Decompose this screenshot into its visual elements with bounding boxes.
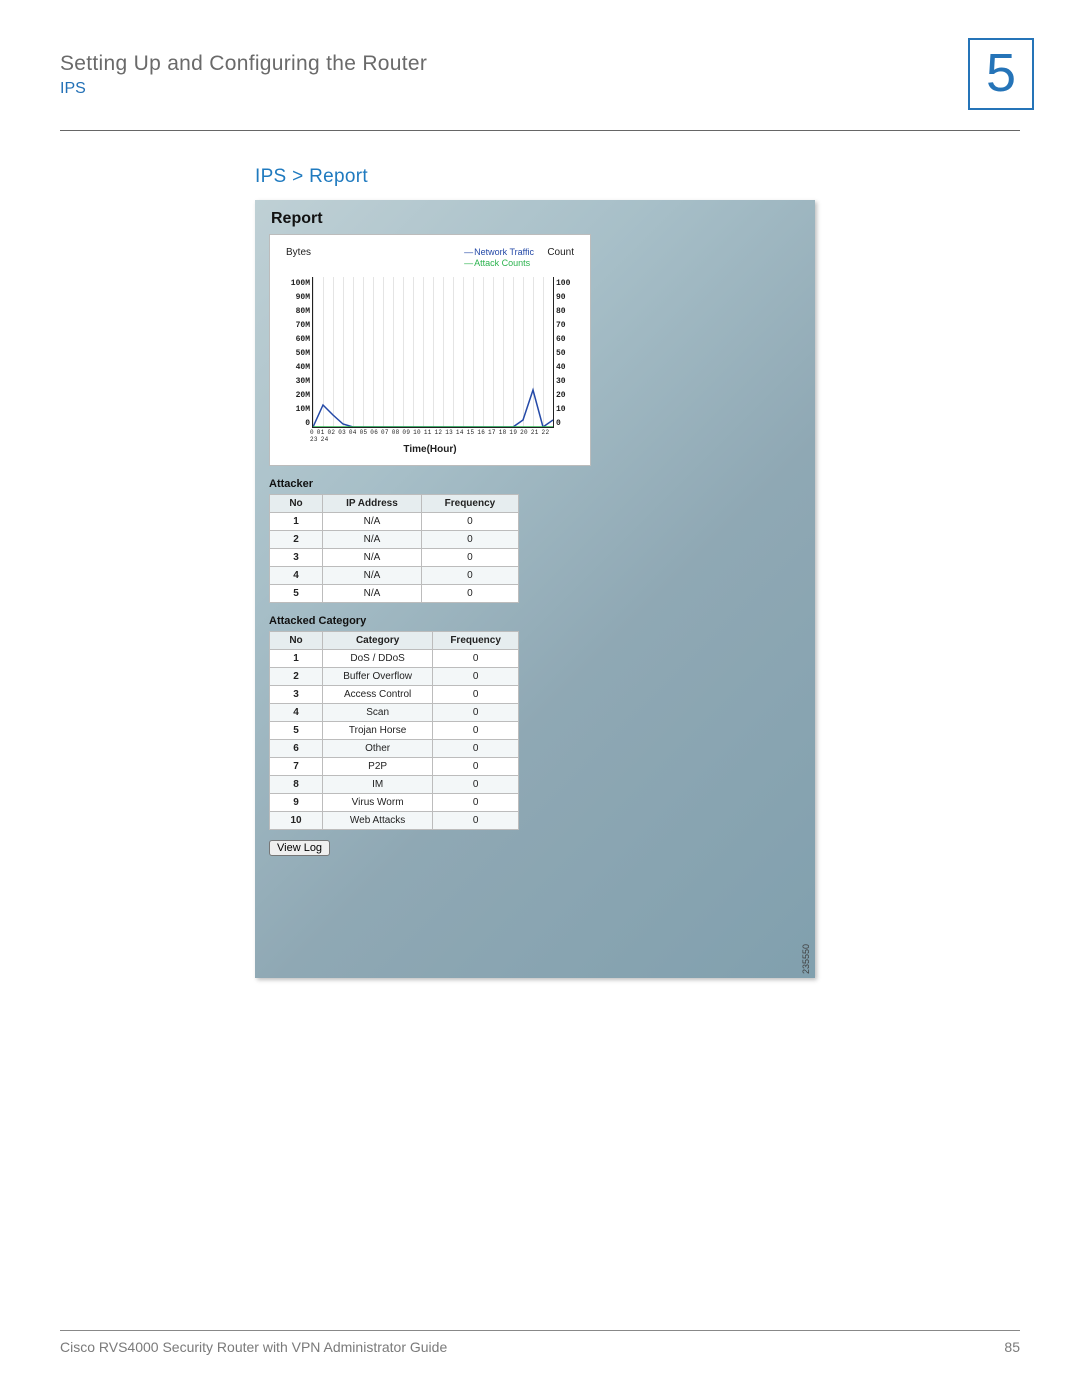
attacked-col-freq: Frequency [433, 632, 519, 650]
report-chart: Bytes Count Network Traffic Attack Count… [269, 234, 591, 466]
network-traffic-line [313, 390, 553, 427]
table-row: 3Access Control0 [270, 686, 519, 704]
table-row: 2Buffer Overflow0 [270, 668, 519, 686]
attacked-col-category: Category [323, 632, 433, 650]
table-row: 7P2P0 [270, 758, 519, 776]
table-row: 10Web Attacks0 [270, 812, 519, 830]
attacked-col-no: No [270, 632, 323, 650]
header-rule [60, 130, 1020, 131]
y-axis-left-label: Bytes [286, 247, 311, 258]
y-ticks-left: 100M 90M 80M 70M 60M 50M 40M 30M 20M 10M… [280, 277, 310, 431]
attacker-section: Attacker No IP Address Frequency 1N/A0 2… [269, 478, 519, 603]
page-footer: Cisco RVS4000 Security Router with VPN A… [60, 1330, 1020, 1355]
chapter-number-box: 5 [968, 38, 1034, 110]
attacker-table: No IP Address Frequency 1N/A0 2N/A0 3N/A… [269, 494, 519, 603]
attacked-category-title: Attacked Category [269, 615, 519, 627]
y-axis-right-label: Count [547, 247, 574, 258]
attacked-category-table: No Category Frequency 1DoS / DDoS0 2Buff… [269, 631, 519, 830]
attacker-col-no: No [270, 495, 323, 513]
attacked-category-section: Attacked Category No Category Frequency … [269, 615, 519, 830]
chart-legend: Network Traffic Attack Counts [464, 247, 534, 269]
table-row: 5Trojan Horse0 [270, 722, 519, 740]
table-row: 8IM0 [270, 776, 519, 794]
table-row: 2N/A0 [270, 531, 519, 549]
page-header: Setting Up and Configuring the Router IP… [60, 52, 1020, 98]
table-row: 3N/A0 [270, 549, 519, 567]
table-row: 4Scan0 [270, 704, 519, 722]
chapter-title: Setting Up and Configuring the Router [60, 52, 1020, 76]
page-number: 85 [1004, 1339, 1020, 1355]
report-panel: Report Bytes Count Network Traffic Attac… [255, 200, 815, 978]
chapter-number: 5 [986, 43, 1016, 103]
attacker-col-ip: IP Address [323, 495, 422, 513]
chapter-subtitle: IPS [60, 80, 1020, 98]
y-ticks-right: 100 90 80 70 60 50 40 30 20 10 0 [556, 277, 580, 431]
view-log-button[interactable]: View Log [269, 840, 330, 856]
table-row: 4N/A0 [270, 567, 519, 585]
legend-attack-counts: Attack Counts [464, 258, 534, 269]
table-row: 1N/A0 [270, 513, 519, 531]
table-row: 5N/A0 [270, 585, 519, 603]
plot-area [312, 277, 554, 428]
figure-number: 235550 [801, 944, 811, 974]
legend-network-traffic: Network Traffic [464, 247, 534, 258]
x-ticks: 0 01 02 03 04 05 06 07 08 09 10 11 12 13… [310, 429, 558, 443]
section-heading: IPS > Report [255, 166, 368, 188]
attacker-col-freq: Frequency [421, 495, 518, 513]
table-row: 6Other0 [270, 740, 519, 758]
footer-guide-name: Cisco RVS4000 Security Router with VPN A… [60, 1339, 447, 1355]
x-axis-title: Time(Hour) [278, 444, 582, 455]
table-row: 9Virus Worm0 [270, 794, 519, 812]
panel-title: Report [255, 200, 815, 234]
table-row: 1DoS / DDoS0 [270, 650, 519, 668]
attacker-title: Attacker [269, 478, 519, 490]
